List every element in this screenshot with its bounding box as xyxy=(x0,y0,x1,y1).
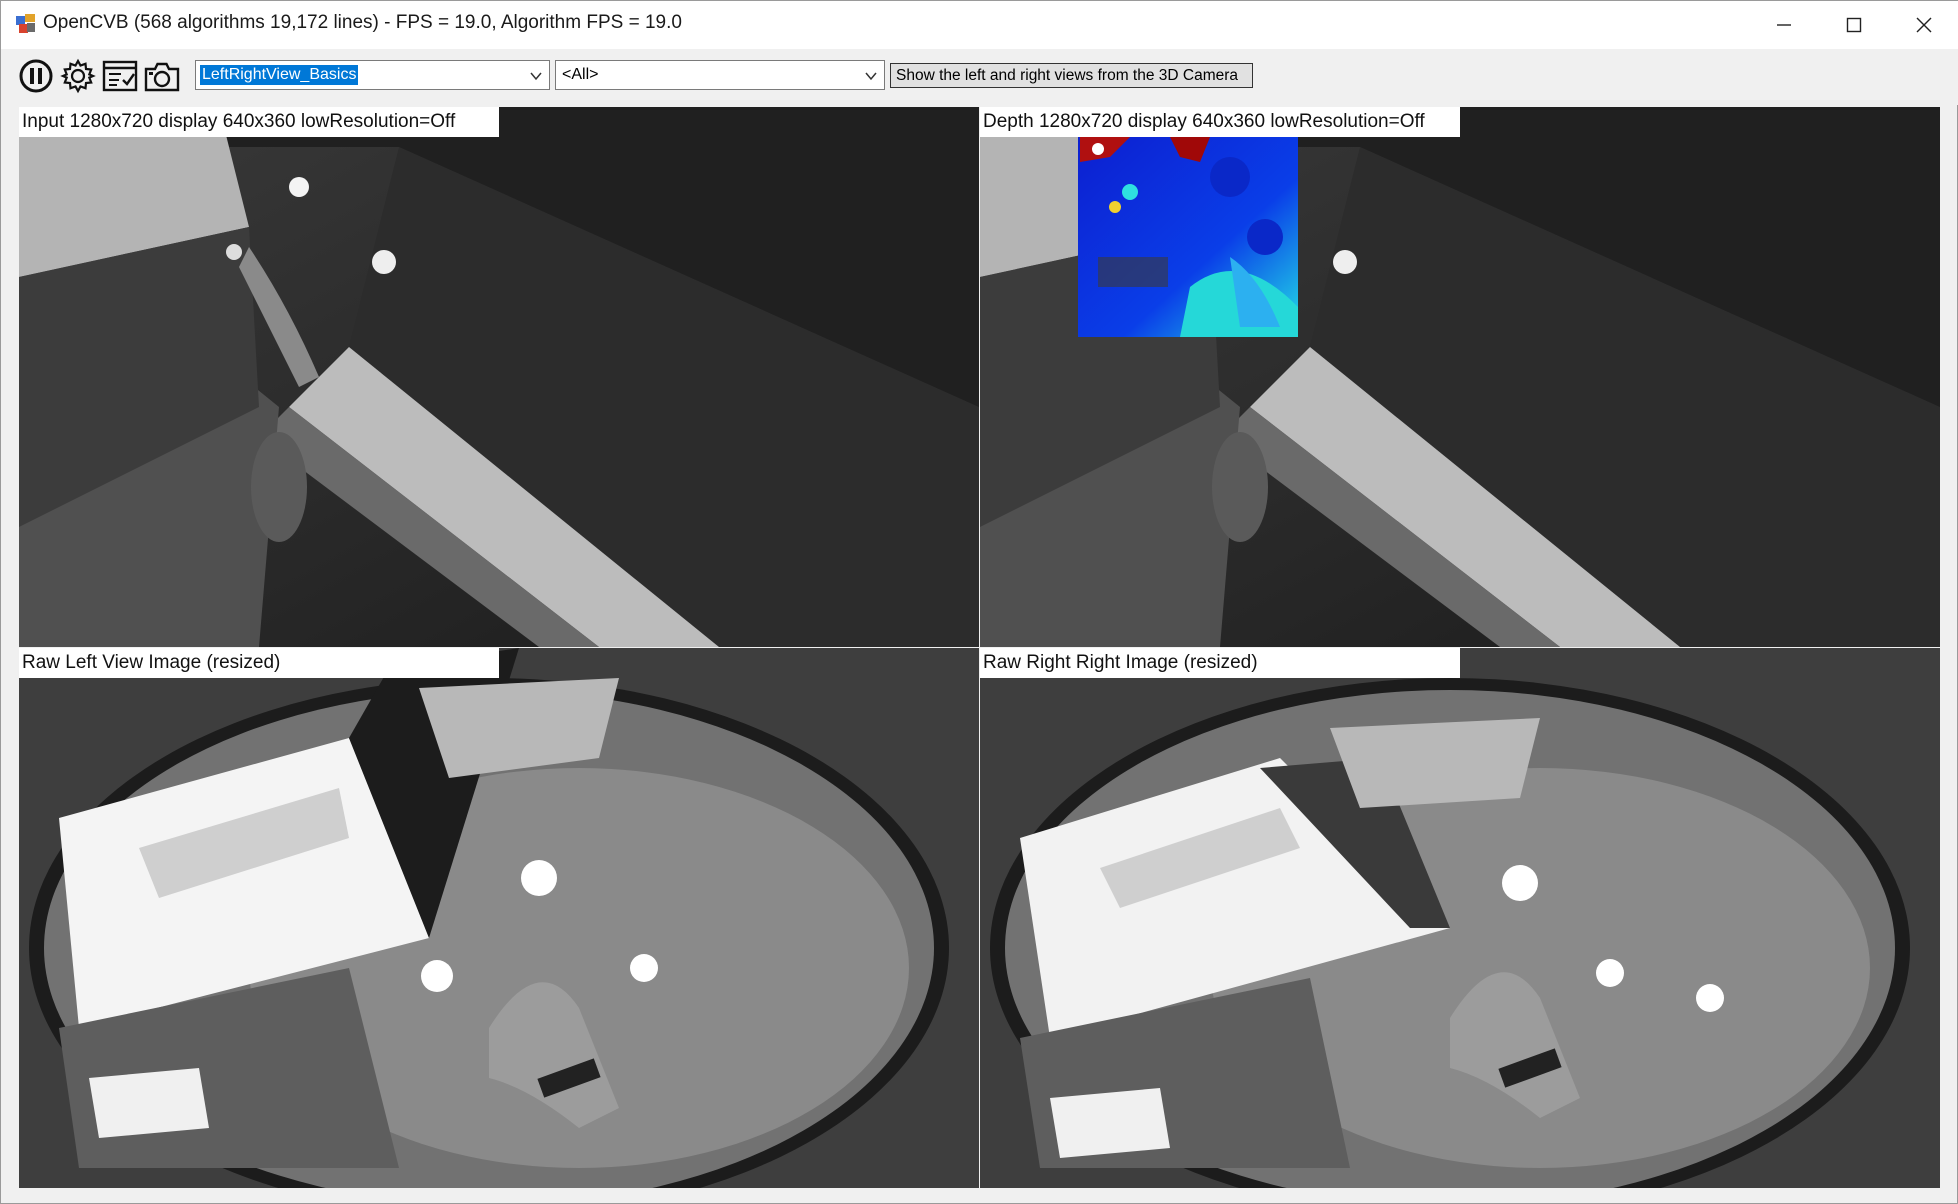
checklist-icon[interactable] xyxy=(101,57,139,95)
minimize-icon xyxy=(1777,24,1791,26)
depth-image xyxy=(980,107,1940,647)
group-select[interactable]: <All> xyxy=(555,60,885,90)
app-window: OpenCVB (568 algorithms 19,172 lines) - … xyxy=(0,0,1958,1204)
maximize-button[interactable] xyxy=(1819,1,1889,49)
pause-icon[interactable] xyxy=(17,57,55,95)
left-raw-image xyxy=(19,648,979,1188)
close-button[interactable] xyxy=(1889,1,1958,49)
right-raw-view-label: Raw Right Right Image (resized) xyxy=(980,648,1460,678)
camera-icon[interactable] xyxy=(143,57,181,95)
gear-icon[interactable] xyxy=(59,57,97,95)
left-raw-view-label: Raw Left View Image (resized) xyxy=(19,648,499,678)
chevron-down-icon xyxy=(530,72,542,81)
input-view-label: Input 1280x720 display 640x360 lowResolu… xyxy=(19,107,499,137)
input-view: Input 1280x720 display 640x360 lowResolu… xyxy=(19,107,979,647)
group-select-value: <All> xyxy=(562,66,599,83)
chevron-down-icon xyxy=(865,72,877,81)
algorithm-select-value: LeftRightView_Basics xyxy=(200,65,359,85)
minimize-button[interactable] xyxy=(1749,1,1819,49)
algorithm-select[interactable]: LeftRightView_Basics xyxy=(195,60,550,90)
app-icon xyxy=(16,14,35,33)
right-raw-view: Raw Right Right Image (resized) xyxy=(980,648,1940,1188)
depth-view-label: Depth 1280x720 display 640x360 lowResolu… xyxy=(980,107,1460,137)
algorithm-description-button[interactable]: Show the left and right views from the 3… xyxy=(890,63,1253,88)
right-raw-image xyxy=(980,648,1940,1188)
maximize-icon xyxy=(1846,17,1862,33)
input-image xyxy=(19,107,979,647)
close-icon xyxy=(1916,17,1932,33)
depth-view: Depth 1280x720 display 640x360 lowResolu… xyxy=(980,107,1940,647)
window-title: OpenCVB (568 algorithms 19,172 lines) - … xyxy=(43,12,682,33)
title-bar: OpenCVB (568 algorithms 19,172 lines) - … xyxy=(1,1,1958,49)
left-raw-view: Raw Left View Image (resized) xyxy=(19,648,979,1188)
